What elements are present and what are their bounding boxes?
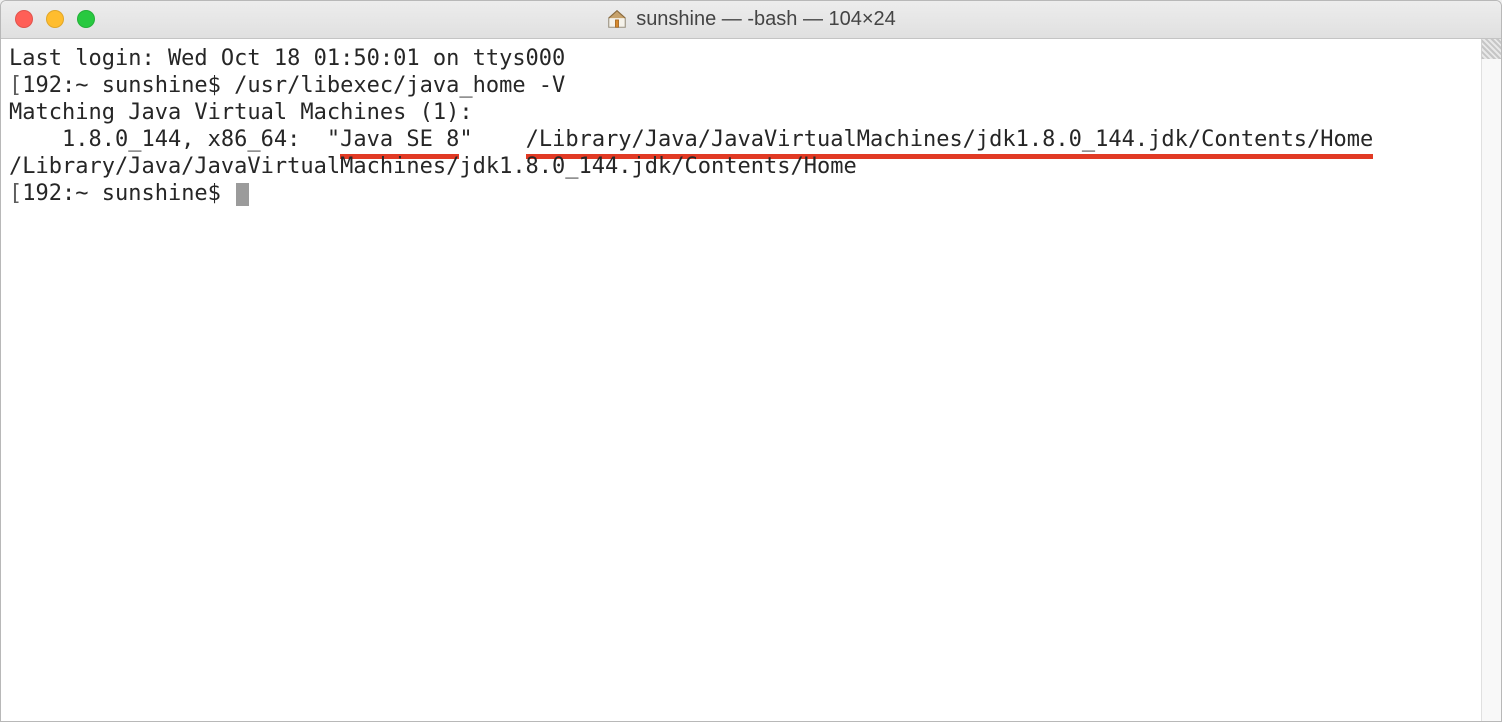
window-title: sunshine — -bash — 104×24 — [636, 8, 896, 31]
output-line: [192:~ sunshine$ — [9, 180, 1493, 207]
output-line: Last login: Wed Oct 18 01:50:01 on ttys0… — [9, 45, 1493, 72]
scrollbar[interactable] — [1481, 39, 1501, 721]
zoom-icon[interactable] — [77, 10, 95, 28]
traffic-lights — [1, 10, 95, 28]
prompt: 192:~ sunshine$ — [22, 73, 234, 98]
title-center: sunshine — -bash — 104×24 — [1, 8, 1501, 31]
output-text: 1.8.0_144, x86_64: " — [9, 127, 340, 152]
terminal-content-wrapper: Last login: Wed Oct 18 01:50:01 on ttys0… — [1, 39, 1501, 721]
minimize-icon[interactable] — [46, 10, 64, 28]
terminal-window: sunshine — -bash — 104×24 Last login: We… — [0, 0, 1502, 722]
command-text: /usr/libexec/java_home -V — [234, 73, 565, 98]
home-folder-icon — [606, 8, 628, 30]
output-line: 1.8.0_144, x86_64: "Java SE 8" /Library/… — [9, 126, 1493, 153]
output-line: [192:~ sunshine$ /usr/libexec/java_home … — [9, 72, 1493, 99]
prompt: 192:~ sunshine$ — [22, 181, 234, 206]
cursor-icon — [236, 183, 249, 206]
output-line: Matching Java Virtual Machines (1): — [9, 99, 1493, 126]
scroll-indicator-icon — [1481, 39, 1501, 59]
terminal-output[interactable]: Last login: Wed Oct 18 01:50:01 on ttys0… — [1, 39, 1501, 213]
output-text: " — [459, 127, 525, 152]
close-icon[interactable] — [15, 10, 33, 28]
titlebar[interactable]: sunshine — -bash — 104×24 — [1, 1, 1501, 39]
